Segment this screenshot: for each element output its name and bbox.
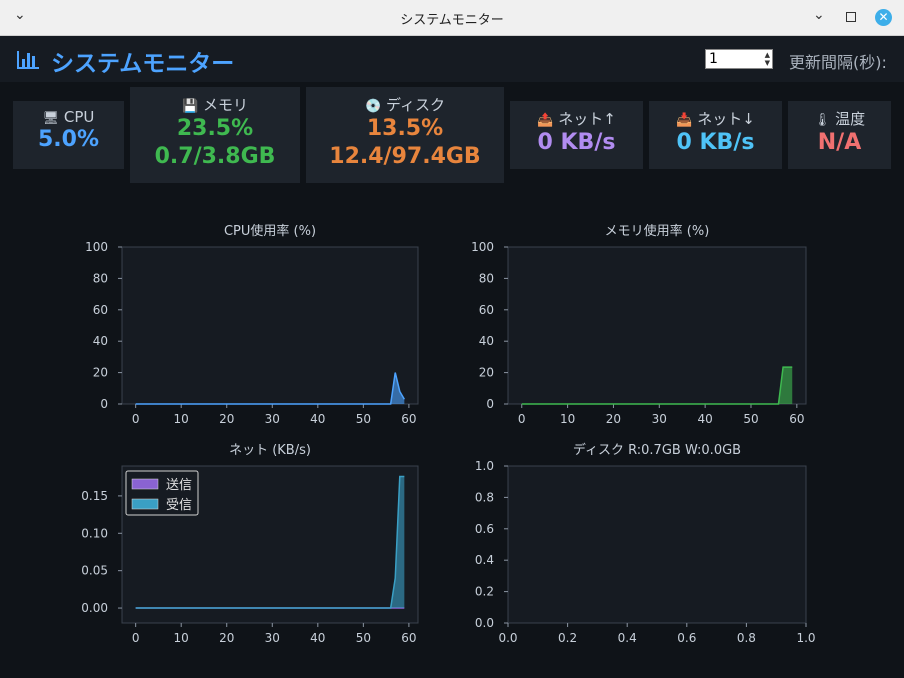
plot-frame [507, 465, 807, 624]
legend-label: 送信 [166, 478, 192, 493]
x-tick-label: 50 [356, 412, 371, 426]
chart-title: メモリ使用率 (%) [605, 223, 710, 239]
x-tick-label: 1.0 [796, 631, 815, 645]
x-tick-label: 40 [697, 412, 712, 426]
chart-2: ネット (KB/s) 0 10 20 30 40 50 60 0.00 0.05 0.10 0.15 送… [81, 443, 419, 645]
y-tick-label: 40 [479, 334, 494, 348]
chart-title: ディスク R:0.7GB W:0.0GB [573, 442, 741, 458]
x-tick-label: 40 [310, 631, 325, 645]
x-tick-label: 10 [560, 412, 575, 426]
charts-area: CPU使用率 (%)0 10 20 30 40 50 60020406080100メモリ使用… [81, 223, 816, 645]
x-tick-label: 20 [219, 412, 234, 426]
x-tick-label: 0.2 [558, 631, 577, 645]
y-tick-label: 1.0 [475, 459, 494, 473]
y-tick-label: 80 [479, 271, 494, 285]
legend-label: 受信 [166, 498, 192, 513]
x-tick-label: 0.0 [498, 631, 517, 645]
y-tick-label: 0.2 [475, 585, 494, 599]
y-tick-label: 0.00 [81, 601, 108, 615]
y-tick-label: 0.4 [475, 553, 494, 567]
x-tick-label: 50 [356, 631, 371, 645]
x-tick-label: 60 [789, 412, 804, 426]
x-tick-label: 0.8 [737, 631, 756, 645]
chart-title: ネット (KB/s) [229, 443, 311, 458]
x-tick-label: 60 [401, 412, 416, 426]
y-tick-label: 0.8 [475, 490, 494, 504]
x-tick-label: 0 [518, 412, 526, 426]
chart-0: CPU使用率 (%) 0 10 20 30 40 50 60 0 20 40 60 80 100 [85, 223, 419, 426]
y-tick-label: 40 [93, 334, 108, 348]
y-tick-label: 80 [93, 271, 108, 285]
y-tick-label: 100 [85, 240, 108, 254]
y-tick-label: 100 [471, 240, 494, 254]
x-tick-label: 40 [310, 412, 325, 426]
x-tick-label: 30 [652, 412, 667, 426]
y-tick-label: 0.05 [81, 564, 108, 578]
chart-title: CPU使用率 (%) [224, 223, 316, 239]
y-tick-label: 60 [93, 303, 108, 317]
x-tick-label: 0 [132, 412, 140, 426]
y-tick-label: 60 [479, 303, 494, 317]
plot-frame [507, 246, 807, 405]
x-tick-label: 0.6 [677, 631, 696, 645]
y-tick-label: 0.10 [81, 526, 108, 540]
plot-frame [121, 246, 419, 405]
x-tick-label: 10 [174, 631, 189, 645]
x-tick-label: 0.4 [618, 631, 637, 645]
y-tick-label: 20 [479, 366, 494, 380]
legend-swatch [131, 478, 159, 490]
chart-3: ディスク R:0.7GB W:0.0GB 0.0 0.2 0.4 0.6 0.8 1.0 0.… [475, 442, 816, 645]
y-tick-label: 0.0 [475, 616, 494, 630]
x-tick-label: 30 [265, 631, 280, 645]
x-tick-label: 30 [265, 412, 280, 426]
y-tick-label: 0.6 [475, 522, 494, 536]
y-tick-label: 0 [486, 397, 494, 411]
x-tick-label: 10 [174, 412, 189, 426]
x-tick-label: 20 [606, 412, 621, 426]
x-tick-label: 60 [401, 631, 416, 645]
x-tick-label: 20 [219, 631, 234, 645]
y-tick-label: 0 [100, 397, 108, 411]
x-tick-label: 0 [132, 631, 140, 645]
x-tick-label: 50 [743, 412, 758, 426]
y-tick-label: 20 [93, 366, 108, 380]
chart-1: メモリ使用率 (%) 0 10 20 30 40 50 60 0 20 40 60 80 100 [471, 223, 807, 426]
y-tick-label: 0.15 [81, 489, 108, 503]
legend-swatch [131, 498, 159, 510]
